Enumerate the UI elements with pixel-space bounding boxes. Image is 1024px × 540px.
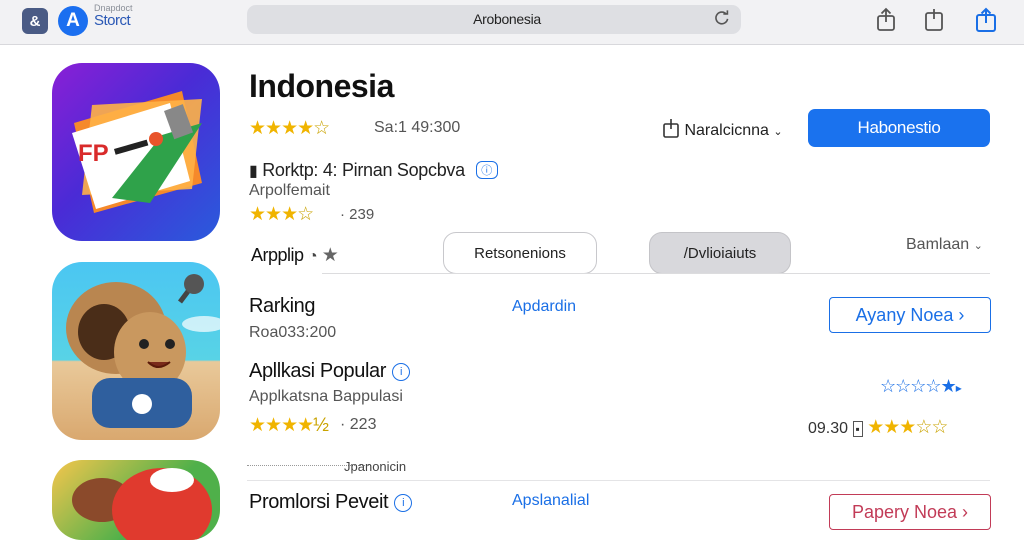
row-rating-count: · 223	[340, 416, 377, 433]
row-action-button[interactable]: Ayany Noea ›	[829, 297, 991, 333]
ranking-text: Rorktp: 4: Pirnan Sopcbva	[262, 160, 465, 180]
address-bar[interactable]: Arobonesia	[247, 5, 741, 34]
mascot-illustration-icon	[72, 468, 212, 540]
chevron-down-icon: ⌄	[973, 240, 983, 252]
app-subtitle: Arpolfemait	[249, 182, 330, 199]
top-toolbar: & A Dnapdoct Storct Arobonesia	[0, 0, 1024, 45]
rating-stars: ★★★★☆	[249, 118, 330, 139]
row-action-button[interactable]: Papery Noea ›	[829, 494, 991, 530]
bracket-icon: ▪	[852, 421, 863, 437]
row-subtitle: Applkatsna Bappulasi	[249, 388, 403, 405]
filter-pill-2[interactable]: /Dvlioiaiuts	[649, 232, 791, 274]
row-title[interactable]: Rarking	[249, 295, 316, 318]
star-icon: ★	[321, 245, 339, 266]
sort-dropdown[interactable]: Bamlaan ⌄	[906, 236, 983, 254]
ticket-illustration-icon: FP	[72, 91, 202, 213]
row-link[interactable]: Apdardin	[512, 298, 576, 316]
store-name[interactable]: Storct	[94, 12, 131, 29]
ranking-line: ▮ Rorktp: 4: Pirnan Sopcbva ⓘ	[249, 160, 498, 181]
row-title-popular[interactable]: Apllkasi Popular i	[249, 360, 411, 383]
address-text: Arobonesia	[473, 11, 541, 27]
row-price-stars: ★★★☆☆	[867, 417, 948, 438]
rating-count: Sa:1 49:300	[374, 119, 461, 136]
row-price-text: 09.30	[808, 420, 849, 437]
character-illustration-icon	[66, 274, 220, 428]
svg-text:FP: FP	[78, 140, 109, 167]
info-icon[interactable]: i	[392, 363, 411, 381]
row-price: 09.30 ▪ ★★★☆☆	[808, 416, 948, 439]
row-title-promotion[interactable]: Promlorsi Peveit i	[249, 491, 413, 514]
section-label: Arpplip ◔ ★	[251, 244, 339, 267]
app-icon-indonesia[interactable]: FP	[52, 63, 220, 241]
rating-stars-secondary: ★★★☆	[249, 204, 314, 225]
info-icon[interactable]: i	[394, 494, 413, 512]
share-dropdown[interactable]: Naralcicnna ⌄	[662, 118, 783, 140]
share-label: Naralcicnna	[684, 122, 769, 139]
row-subtitle: Roa033:200	[249, 324, 337, 341]
get-button[interactable]: Habonestio	[808, 109, 990, 147]
row-title-text: Promlorsi Peveit	[249, 491, 389, 513]
app-store-logo-icon[interactable]: A	[58, 6, 88, 36]
divider	[247, 480, 990, 481]
app-icon-ranking[interactable]	[52, 262, 220, 440]
bookmark-icon[interactable]	[922, 7, 946, 33]
filter-pill-1[interactable]: Retsonenions	[443, 232, 597, 274]
app-icon-promotion[interactable]	[52, 460, 220, 540]
row-blue-rating-stars[interactable]: ☆☆☆☆★▸	[880, 376, 962, 397]
row-title-text: Apllkasi Popular	[249, 360, 387, 382]
divider	[322, 273, 990, 274]
info-badge-icon[interactable]: ⓘ	[475, 161, 498, 179]
dotted-label: Jpanonicin	[344, 459, 407, 474]
circle-icon: ◔	[308, 248, 318, 265]
row-rating-stars: ★★★★½	[249, 415, 329, 436]
document-icon: ▮	[249, 163, 258, 180]
chevron-down-icon: ⌄	[773, 126, 783, 138]
rating-count-secondary: · 239	[340, 206, 375, 223]
sidebar-toggle-icon[interactable]: &	[22, 8, 48, 34]
sort-label: Bamlaan	[906, 236, 970, 253]
page-title: Indonesia	[249, 68, 394, 104]
row-link[interactable]: Apslanalial	[512, 492, 589, 510]
upload-icon[interactable]	[974, 7, 998, 33]
share-icon[interactable]	[874, 7, 898, 33]
share-icon	[663, 119, 679, 138]
section-label-text: Arpplip	[251, 245, 304, 265]
reload-icon[interactable]	[713, 9, 731, 27]
